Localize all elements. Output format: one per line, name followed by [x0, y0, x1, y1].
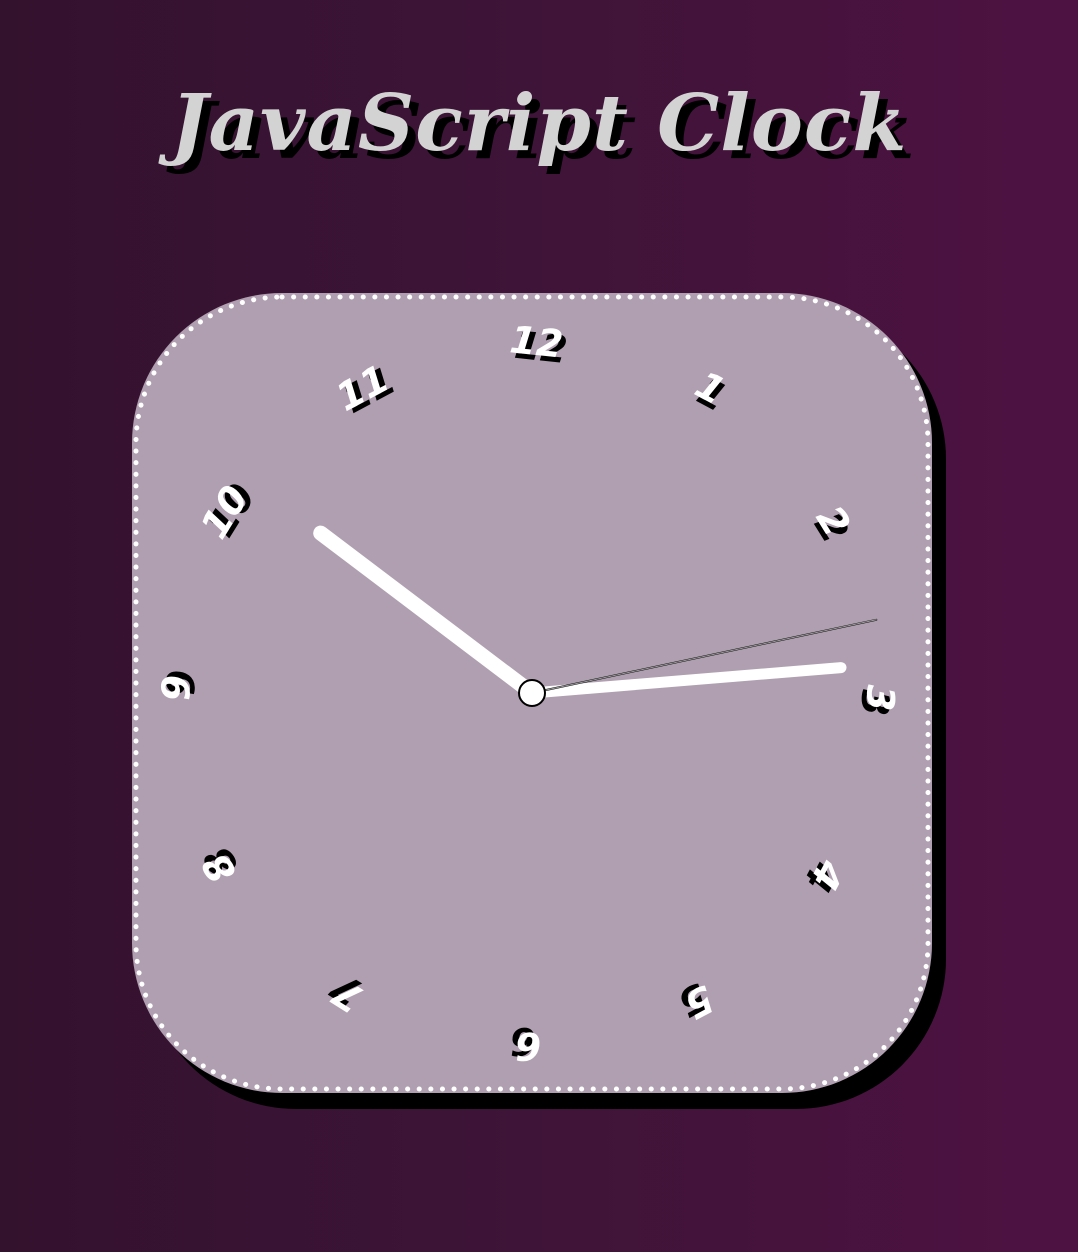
- center-pin: [518, 679, 546, 707]
- hour-hand: [313, 525, 540, 701]
- page-title: JavaScript Clock: [170, 78, 908, 169]
- clock-hands: [313, 525, 878, 707]
- clock-face: 12 1 2 3 4 5 6 7 8 9 10 11: [132, 293, 932, 1093]
- minute-hand: [526, 662, 847, 699]
